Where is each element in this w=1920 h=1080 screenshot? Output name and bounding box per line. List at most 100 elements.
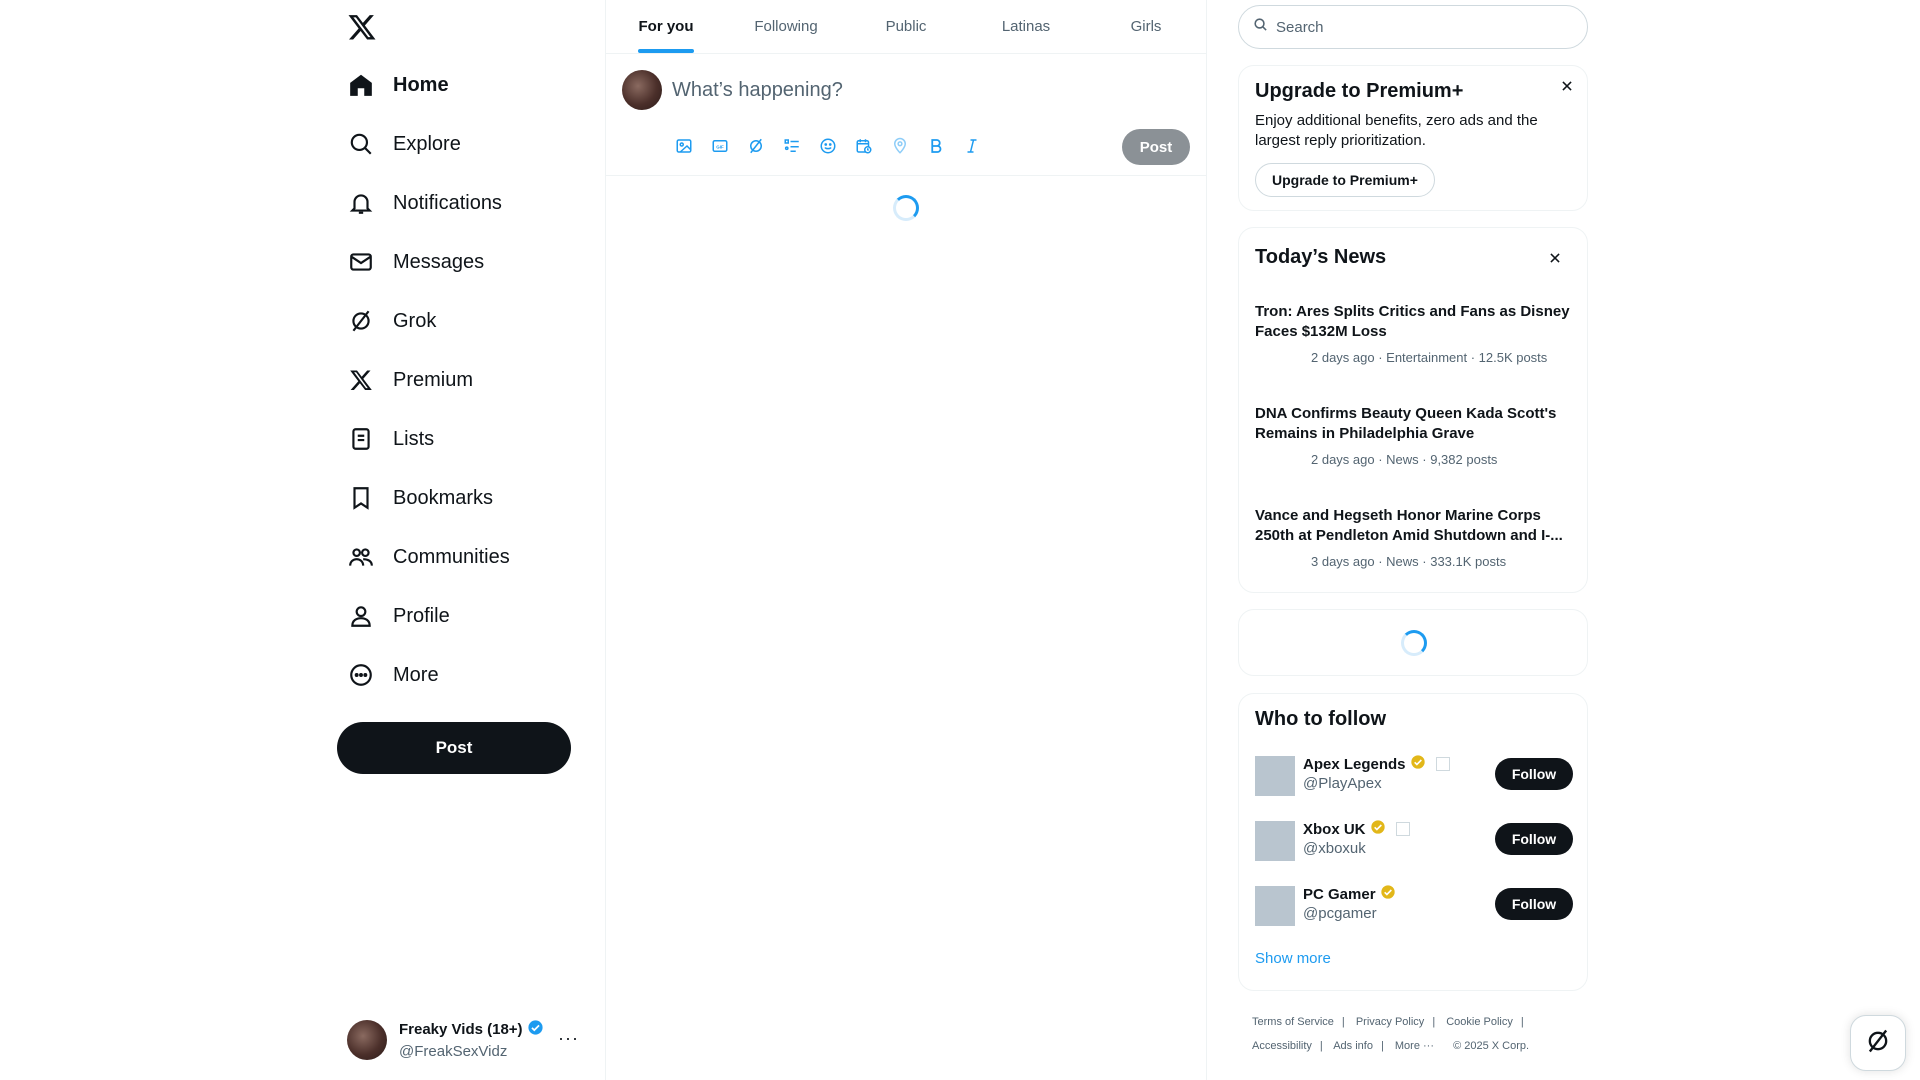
account-switcher[interactable]: Freaky Vids (18+) @FreakSexVidz ··· [347,1014,587,1066]
nav-communities[interactable]: Communities [347,533,510,581]
todays-news-card: Today’s News Tron: Ares Splits Critics a… [1238,227,1588,593]
nav-home[interactable]: Home [347,61,449,109]
nav-label: Profile [393,604,450,627]
loading-spinner [1401,630,1427,656]
grok-icon[interactable] [740,130,772,162]
news-meta: 2 days ago · Entertainment · 12.5K posts [1311,350,1548,365]
nav-bookmarks[interactable]: Bookmarks [347,474,493,522]
show-more-link[interactable]: Show more [1255,950,1331,967]
bell-icon [347,189,375,217]
footer-link-privacy[interactable]: Privacy Policy [1356,1016,1424,1028]
tab-latinas[interactable]: Latinas [966,0,1086,53]
premium-description: Enjoy additional benefits, zero ads and … [1255,112,1538,149]
tab-girls[interactable]: Girls [1086,0,1206,53]
follow-suggestion[interactable]: Apex Legends @PlayApex Follow [1255,754,1573,796]
image-icon[interactable] [668,130,700,162]
main-timeline: For you Following Public Latinas Girls G… [605,0,1207,1080]
news-item[interactable]: Tron: Ares Splits Critics and Fans as Di… [1255,302,1575,365]
avatar [1255,821,1295,861]
close-icon[interactable] [1545,248,1565,268]
news-headline: DNA Confirms Beauty Queen Kada Scott's R… [1255,405,1557,442]
grok-icon [347,307,375,335]
news-item[interactable]: Vance and Hegseth Honor Marine Corps 250… [1255,506,1575,569]
news-item[interactable]: DNA Confirms Beauty Queen Kada Scott's R… [1255,404,1575,467]
nav-messages[interactable]: Messages [347,238,484,286]
grok-floating-button[interactable] [1850,1015,1906,1071]
composer-toolbar: GIF [668,130,988,162]
footer-link-ads-info[interactable]: Ads info [1333,1040,1373,1052]
nav-explore[interactable]: Explore [347,120,461,168]
tab-following[interactable]: Following [726,0,846,53]
bold-icon[interactable] [920,130,952,162]
footer: Terms of Service | Privacy Policy | Cookie… [1252,1016,1530,1052]
news-headline: Vance and Hegseth Honor Marine Corps 250… [1255,507,1563,544]
timeline-tabs: For you Following Public Latinas Girls [606,0,1206,54]
x-logo-icon[interactable] [347,12,377,42]
italic-icon[interactable] [956,130,988,162]
premium-card: Upgrade to Premium+ Enjoy additional ben… [1238,65,1588,211]
nav-label: Messages [393,250,485,273]
user-name: PC Gamer [1303,885,1376,903]
news-meta: 2 days ago · News · 9,382 posts [1311,452,1498,467]
verified-badge-icon [527,1019,544,1042]
gif-icon[interactable]: GIF [704,130,736,162]
avatar [347,1020,387,1060]
avatar [1255,886,1295,926]
compose-post-button[interactable]: Post [1122,129,1190,165]
bookmark-icon [347,484,375,512]
follow-suggestion[interactable]: Xbox UK @xboxuk Follow [1255,819,1573,861]
who-to-follow-title: Who to follow [1255,708,1387,730]
close-icon[interactable] [1557,76,1577,96]
right-sidebar: Upgrade to Premium+ Enjoy additional ben… [1238,0,1590,1080]
footer-link-cookies[interactable]: Cookie Policy [1446,1016,1513,1028]
nav-lists[interactable]: Lists [347,415,434,463]
grok-icon [1864,1027,1892,1060]
nav-label: Premium [393,368,474,391]
verified-gold-icon [1370,819,1386,839]
nav-label: Home [393,73,449,96]
follow-suggestion[interactable]: PC Gamer @pcgamer Follow [1255,884,1573,926]
nav-more[interactable]: More [347,651,439,699]
footer-link-accessibility[interactable]: Accessibility [1252,1040,1312,1052]
mail-icon [347,248,375,276]
tab-public[interactable]: Public [846,0,966,53]
footer-link-more[interactable]: More ··· [1395,1040,1434,1052]
location-icon[interactable] [884,130,916,162]
avatar [622,70,662,110]
follow-button[interactable]: Follow [1495,823,1573,855]
follow-button[interactable]: Follow [1495,758,1573,790]
post-button[interactable]: Post [337,722,571,774]
emoji-icon[interactable] [812,130,844,162]
more-circle-icon [347,661,375,689]
left-sidebar: Home Explore Notifications Messages Grok… [333,0,603,1080]
svg-text:GIF: GIF [716,144,724,149]
person-icon [347,602,375,630]
verified-gold-icon [1410,754,1426,774]
search-input[interactable] [1276,18,1566,36]
poll-icon[interactable] [776,130,808,162]
nav-grok[interactable]: Grok [347,297,436,345]
account-handle: @FreakSexVidz [399,1042,508,1060]
nav-label: Communities [393,545,510,568]
who-to-follow-card: Who to follow Apex Legends @PlayApex Fol… [1238,693,1588,991]
user-handle: @PlayApex [1303,775,1382,792]
search-box[interactable] [1238,5,1588,49]
nav-label: More [393,663,439,686]
communities-icon [347,543,375,571]
follow-button[interactable]: Follow [1495,888,1573,920]
footer-copyright: © 2025 X Corp. [1453,1040,1530,1052]
footer-link-terms[interactable]: Terms of Service [1252,1016,1334,1028]
nav-notifications[interactable]: Notifications [347,179,502,227]
compose-input[interactable] [672,72,1172,108]
upgrade-premium-button[interactable]: Upgrade to Premium+ [1255,163,1435,197]
nav-premium[interactable]: Premium [347,356,473,404]
search-icon [1253,17,1268,37]
account-name: Freaky Vids (18+) [399,1021,523,1038]
schedule-icon[interactable] [848,130,880,162]
account-more-icon[interactable]: ··· [558,1028,579,1049]
home-icon [347,71,375,99]
nav-label: Explore [393,132,461,155]
tab-for-you[interactable]: For you [606,0,726,53]
nav-profile[interactable]: Profile [347,592,450,640]
news-headline: Tron: Ares Splits Critics and Fans as Di… [1255,303,1570,340]
